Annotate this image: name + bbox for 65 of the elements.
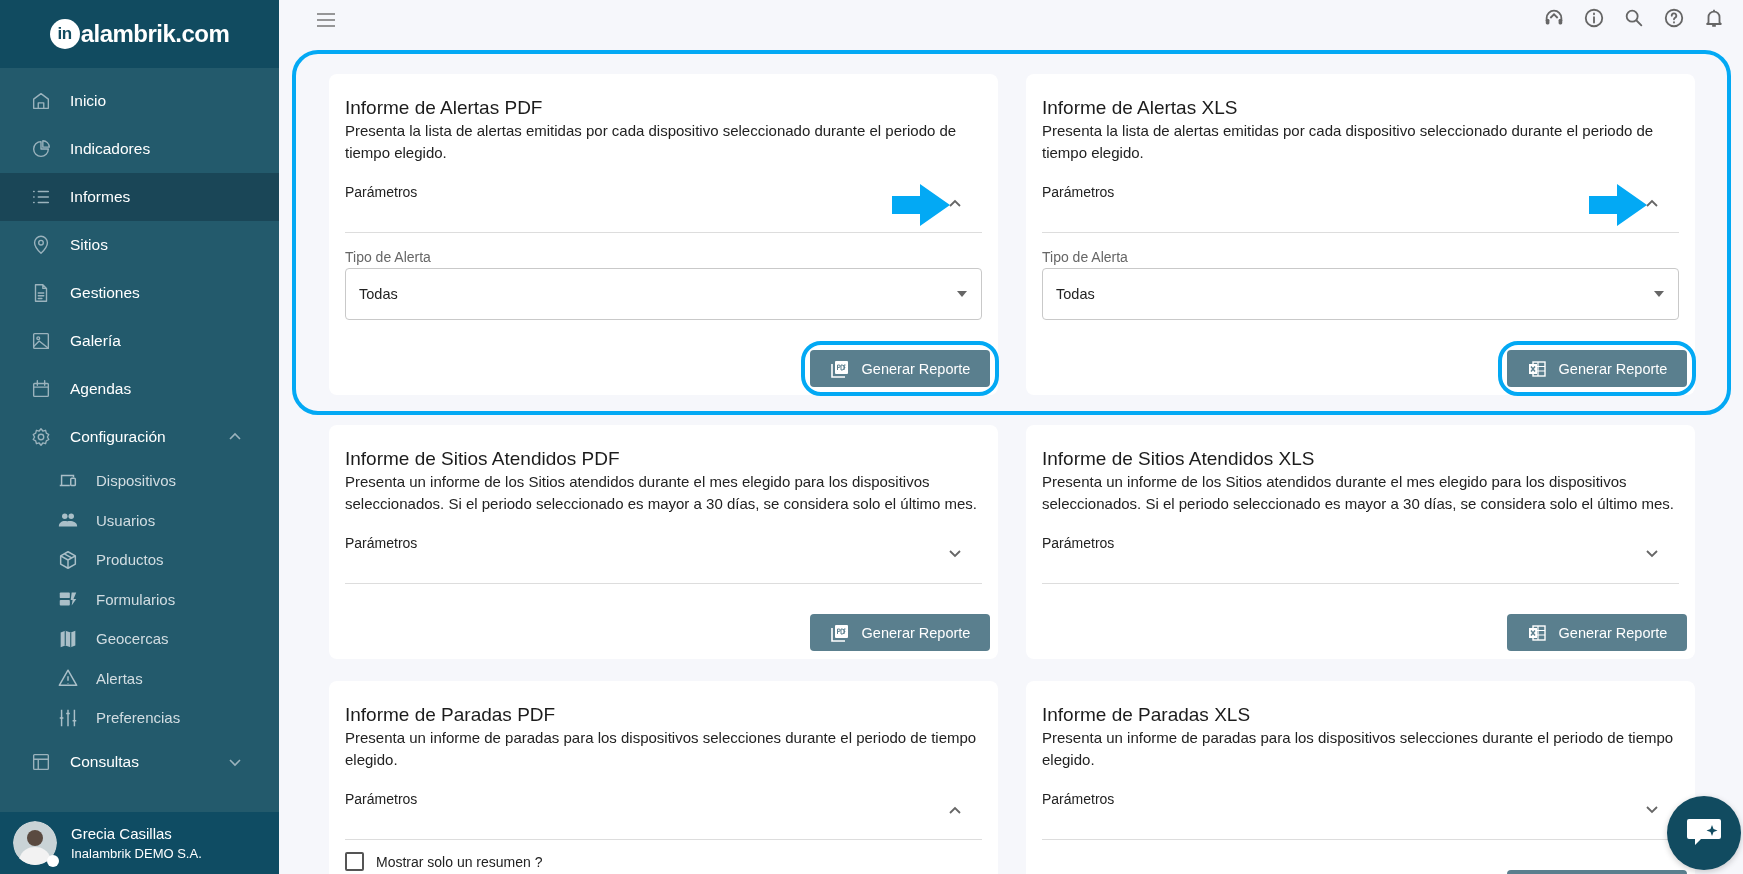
card-title: Informe de Alertas XLS [1042,96,1239,120]
sidebar-item[interactable]: Galería [0,317,279,365]
dropdown-caret-icon [956,290,968,298]
sidebar-subitem[interactable]: Geocercas [0,619,279,659]
dropdown-caret-icon [1653,290,1665,298]
image-icon [30,330,52,352]
card-description: Presenta la lista de alertas emitidas por cada dispositivo seleccionado durante el periodo de tiempo elegido. [345,121,958,163]
avatar [13,821,57,865]
sidebar-item[interactable]: Inicio [0,77,279,125]
generate-report-button[interactable]: Generar Reporte [1507,350,1687,387]
checkbox-label: Mostrar solo un resumen ? [376,853,543,870]
sidebar-item[interactable]: Informes [0,173,279,221]
field-label: Tipo de Alerta [1042,249,1129,265]
alert-type-select[interactable]: Todas [345,268,982,320]
info-icon[interactable] [1583,7,1605,29]
card-title: Informe de Alertas PDF [345,96,544,120]
company-name: Inalambrik DEMO S.A. [71,846,202,861]
generate-report-button[interactable]: Generar Reporte [810,614,990,651]
sidebar-subitem[interactable]: Preferencias [0,698,279,738]
sidebar-item[interactable]: Configuración [0,413,279,461]
gear-icon [30,426,52,448]
sidebar-item[interactable]: Sitios [0,221,279,269]
parameters-label: Parámetros [1042,535,1115,551]
card-title: Informe de Sitios Atendidos PDF [345,447,621,471]
spreadsheet-icon [1526,622,1547,643]
card-title: Informe de Paradas PDF [345,703,557,727]
bell-icon[interactable] [1703,7,1725,29]
calendar-icon [30,378,52,400]
sidebar-subitem[interactable]: Formularios [0,579,279,619]
box-icon [57,548,79,571]
sidebar-item[interactable]: Consultas [0,737,279,786]
search-icon[interactable] [1623,7,1645,29]
parameters-label: Parámetros [345,535,418,551]
parameters-label: Parámetros [345,791,418,807]
home-icon [30,90,52,112]
card-description: Presenta un informe de los Sitios atendidos durante el mes elegido para los dispositivos seleccionados. Si el periodo seleccionado es mayor a 30 días, se considera solo el último mes. [1042,472,1675,514]
checkbox[interactable] [345,852,364,871]
sidebar-item[interactable]: Agendas [0,365,279,413]
pdf-file-icon [829,358,850,379]
help-icon[interactable] [1663,7,1685,29]
sidebar-subitem[interactable]: Productos [0,540,279,580]
card-description: Presenta la lista de alertas emitidas por cada dispositivo seleccionado durante el periodo de tiempo elegido. [1042,121,1655,163]
pie-chart-icon [30,138,52,160]
spreadsheet-icon [1526,358,1547,379]
card-description: Presenta un informe de los Sitios atendidos durante el mes elegido para los dispositivos seleccionados. Si el periodo seleccionado es mayor a 30 días, se considera solo el último mes. [345,472,978,514]
sidebar-item[interactable]: Gestiones [0,269,279,317]
user-name: Grecia Casillas [71,825,173,842]
card-description: Presenta un informe de paradas para los dispositivos selecciones durante el periodo de tiempo elegido. [345,728,978,770]
sidebar-item[interactable]: Indicadores [0,125,279,173]
parameters-label: Parámetros [345,184,418,200]
card-title: Informe de Paradas XLS [1042,703,1252,727]
sidebar-subitem[interactable]: Dispositivos [0,461,279,501]
parameters-label: Parámetros [1042,184,1115,200]
chat-button[interactable] [1667,796,1741,870]
field-label: Tipo de Alerta [345,249,432,265]
parameters-label: Parámetros [1042,791,1115,807]
generate-report-button[interactable]: Generar Reporte [810,350,990,387]
pdf-file-icon [829,622,850,643]
sidebar-subitem[interactable]: Usuarios [0,500,279,540]
alert-type-select[interactable]: Todas [1042,268,1679,320]
card-title: Informe de Sitios Atendidos XLS [1042,447,1316,471]
logo: in alambrik.com [49,19,230,49]
card-description: Presenta un informe de paradas para los dispositivos selecciones durante el periodo de tiempo elegido. [1042,728,1675,770]
sidebar-subitem[interactable]: Alertas [0,658,279,698]
generate-report-button[interactable]: Generar Reporte [1507,614,1687,651]
